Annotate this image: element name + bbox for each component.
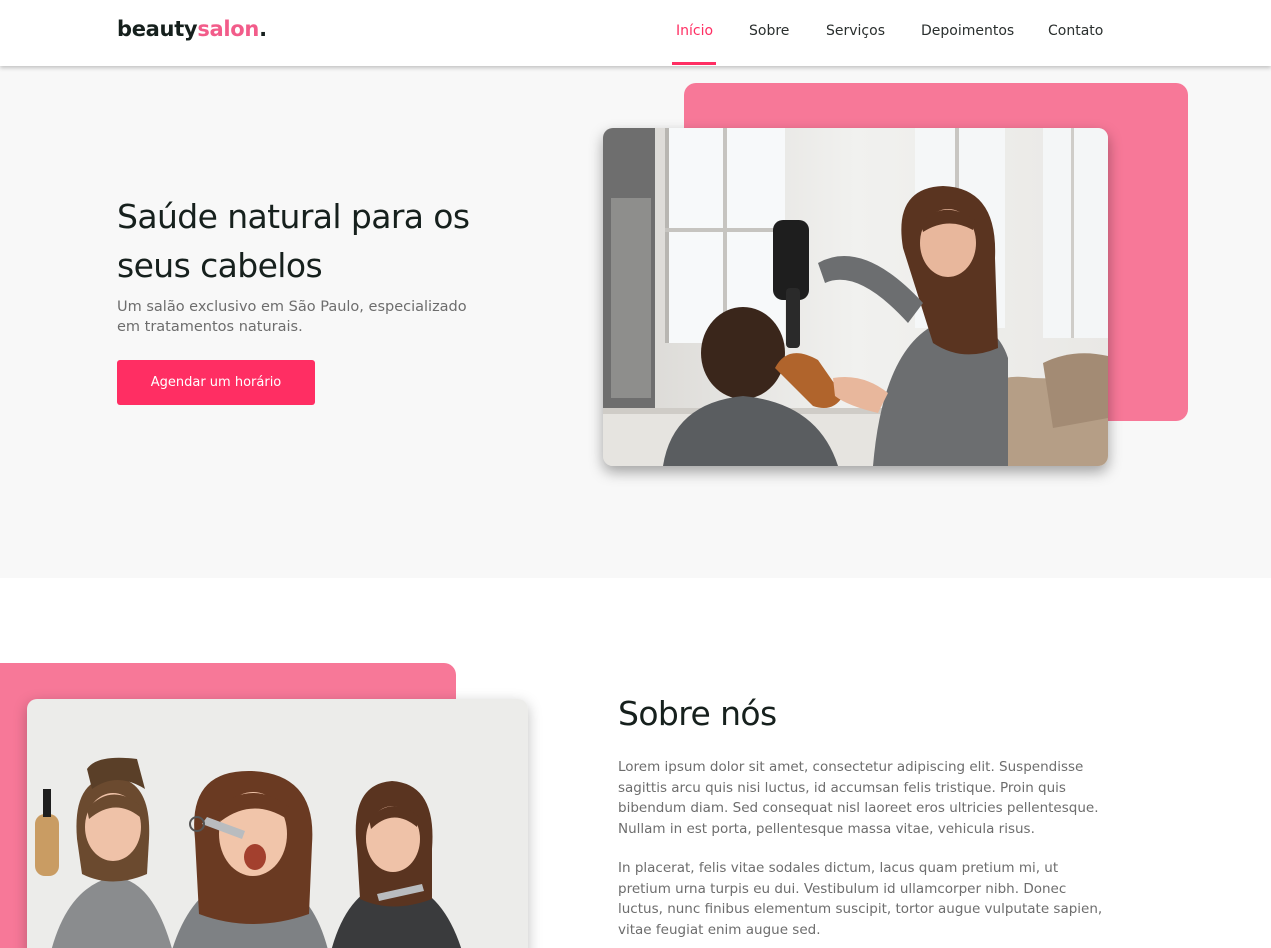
nav-link-contato[interactable]: Contato [1048, 23, 1103, 39]
nav-link-servicos[interactable]: Serviços [826, 23, 885, 39]
brand-logo[interactable]: beautysalon. [117, 17, 267, 41]
nav-link-sobre[interactable]: Sobre [749, 23, 789, 39]
nav-link-depoimentos[interactable]: Depoimentos [921, 23, 1014, 39]
about-paragraph-2: In placerat, felis vitae sodales dictum,… [618, 860, 1103, 938]
hero-subtitle: Um salão exclusivo em São Paulo, especia… [117, 299, 467, 335]
book-appointment-button[interactable]: Agendar um horário [117, 360, 315, 405]
hero-section: Saúde natural para os seus cabelos Um sa… [0, 66, 1271, 578]
about-team-photo [27, 699, 528, 948]
about-title: Sobre nós [618, 694, 777, 733]
hero-title: Saúde natural para os seus cabelos [117, 197, 470, 285]
logo-text-beauty: beauty [117, 17, 198, 41]
active-nav-indicator [672, 62, 716, 65]
hero-salon-photo [603, 128, 1108, 466]
logo-dot: . [259, 17, 267, 41]
about-paragraph-1: Lorem ipsum dolor sit amet, consectetur … [618, 759, 1099, 837]
nav-link-inicio[interactable]: Início [676, 23, 713, 39]
site-header: beautysalon. Início Sobre Serviços Depoi… [0, 0, 1271, 66]
logo-text-salon: salon [197, 17, 260, 41]
